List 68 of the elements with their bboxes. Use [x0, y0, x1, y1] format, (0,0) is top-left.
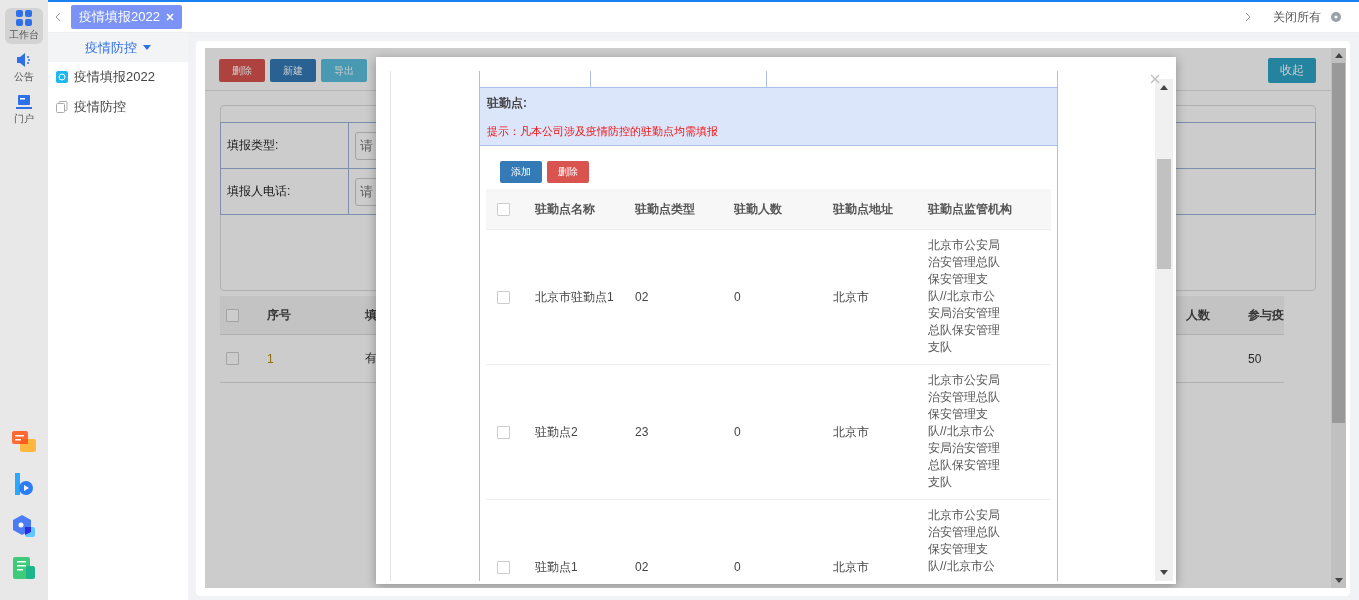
table-cell: 02: [635, 560, 649, 574]
chevron-left-icon[interactable]: [55, 12, 61, 22]
column-header: 参与疫: [1248, 306, 1284, 324]
table-cell: 0: [734, 560, 741, 574]
scrollbar-thumb[interactable]: [1157, 159, 1171, 269]
chevron-right-icon[interactable]: [1245, 12, 1251, 22]
table-cell: 北京市驻勤点1: [535, 288, 614, 306]
column-header: 驻勤点名称: [535, 200, 595, 218]
document-app-icon[interactable]: [12, 556, 36, 580]
speaker-icon[interactable]: [16, 52, 32, 68]
checkbox[interactable]: [496, 202, 510, 216]
checkbox[interactable]: [496, 560, 510, 574]
close-all-link[interactable]: 关闭所有: [1273, 8, 1321, 26]
table-cell: 1: [267, 351, 274, 366]
scroll-down-icon[interactable]: [1160, 570, 1168, 575]
table-cell: 50: [1248, 351, 1262, 366]
filter-label: 填报类型:: [227, 137, 279, 154]
checkbox[interactable]: [226, 352, 239, 365]
column-header: 驻勤点地址: [833, 200, 893, 218]
hint-text: 提示：凡本公司涉及疫情防控的驻勤点均需填报: [487, 123, 719, 139]
circle-icon[interactable]: [1331, 12, 1341, 22]
dialog-button[interactable]: 添加: [500, 161, 542, 183]
column-header: 驻勤人数: [734, 200, 782, 218]
scroll-up-icon[interactable]: [1160, 85, 1168, 90]
grid-icon[interactable]: [16, 10, 32, 26]
checkbox[interactable]: [226, 308, 239, 322]
table-cell-text: 北京市公安局治安管理总队保安管理支队//北京市公: [928, 507, 1001, 575]
column-header: 驻勤点监管机构: [928, 200, 1012, 218]
table-cell: 0: [734, 290, 741, 304]
table-cell: 02: [635, 290, 649, 304]
table-cell: 23: [635, 425, 649, 439]
sidebar-item[interactable]: 疫情防控: [74, 98, 126, 116]
letter-app-icon[interactable]: [12, 472, 36, 496]
scroll-up-icon[interactable]: [1334, 53, 1343, 58]
table-cell: 北京市: [833, 423, 869, 441]
section-title: 驻勤点:: [487, 94, 528, 112]
table-cell: 0: [734, 425, 741, 439]
table-cell: 北京市: [833, 288, 869, 306]
sidebar-item[interactable]: 疫情填报2022: [74, 68, 155, 86]
scrollbar-thumb[interactable]: [1332, 63, 1345, 423]
table-cell-text: 北京市公安局治安管理总队保安管理支队//北京市公安局治安管理总队保安管理支队: [928, 237, 1001, 356]
dialog-button[interactable]: 删除: [547, 161, 589, 183]
page-tab[interactable]: 疫情填报2022: [71, 5, 182, 29]
column-header: 填: [365, 306, 377, 324]
filter-label: 填报人电话:: [227, 183, 291, 200]
table-cell: 北京市: [833, 558, 869, 576]
column-header: 人数: [1186, 306, 1210, 324]
table-cell-text: 北京市公安局治安管理总队保安管理支队//北京市公安局治安管理总队保安管理支队: [928, 372, 1001, 491]
table-cell: 有: [365, 350, 377, 367]
hexagon-app-icon[interactable]: [12, 514, 36, 538]
rail-item[interactable]: 公告: [5, 50, 43, 86]
table-cell: 驻勤点2: [535, 423, 578, 441]
caret-icon[interactable]: [143, 45, 151, 50]
toolbar-button[interactable]: 新建: [270, 59, 316, 82]
checkbox[interactable]: [496, 290, 510, 304]
table-cell: 驻勤点1: [535, 558, 578, 576]
scroll-down-icon[interactable]: [1334, 578, 1343, 583]
checkbox[interactable]: [496, 425, 510, 439]
chat-app-icon[interactable]: [12, 430, 36, 454]
column-header: 驻勤点类型: [635, 200, 695, 218]
toolbar-button[interactable]: 删除: [219, 59, 265, 82]
app-icon[interactable]: [56, 71, 68, 83]
collapse-button[interactable]: 收起: [1268, 58, 1316, 83]
page-icon[interactable]: [56, 101, 68, 113]
column-header: 序号: [267, 306, 291, 324]
rail-item[interactable]: 门户: [5, 92, 43, 128]
monitor-icon[interactable]: [16, 94, 32, 110]
rail-item[interactable]: 工作台: [5, 8, 43, 44]
